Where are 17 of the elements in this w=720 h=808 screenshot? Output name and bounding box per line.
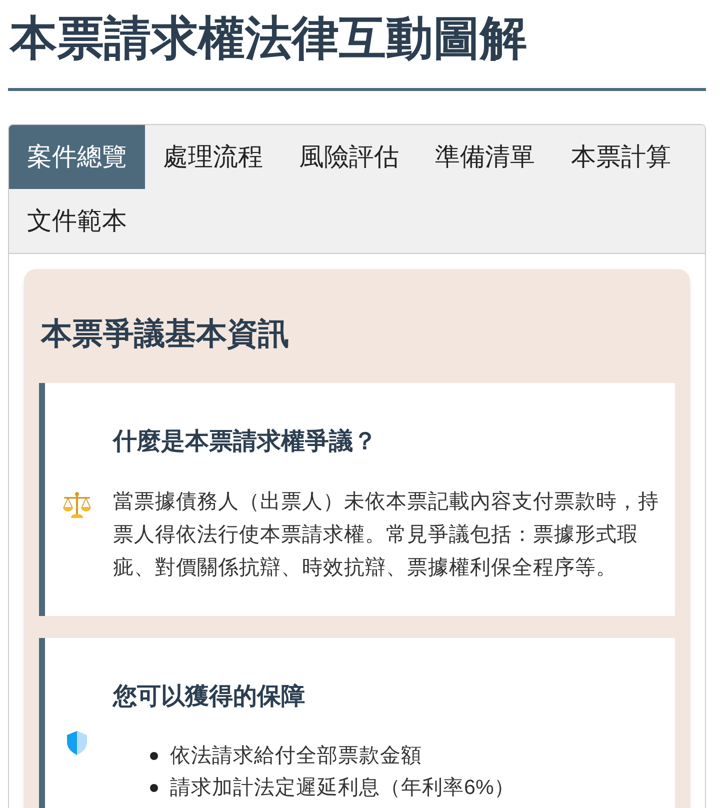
list-item-text: 請求加計法定遲延利息（年利率6%） [170, 775, 515, 801]
box-title: 什麼是本票請求權爭議？ [113, 427, 378, 457]
section-title: 本票爭議基本資訊 [41, 315, 290, 353]
page-title: 本票請求權法律互動圖解 [10, 10, 528, 66]
shield-icon [67, 730, 87, 754]
bullet-icon [150, 752, 158, 760]
scales-icon [63, 492, 91, 518]
tab[interactable]: 風險評估 [281, 125, 417, 189]
tab[interactable]: 處理流程 [145, 125, 281, 189]
list-item-text: 依法請求給付全部票款金額 [170, 743, 422, 769]
tab[interactable]: 文件範本 [9, 189, 145, 253]
box-title: 您可以獲得的保障 [113, 682, 306, 712]
box-paragraph: 當票據債務人（出票人）未依本票記載內容支付票款時，持票人得依法行使本票請求權。常見爭議包括：票據形式瑕疵、對價關係抗辯、時效抗辯、票據權利保全程序等。 [113, 489, 659, 581]
tab[interactable]: 準備清單 [417, 125, 553, 189]
tab[interactable]: 案件總覽 [9, 125, 145, 189]
bullet-icon [150, 784, 158, 792]
tab[interactable]: 本票計算 [553, 125, 689, 189]
